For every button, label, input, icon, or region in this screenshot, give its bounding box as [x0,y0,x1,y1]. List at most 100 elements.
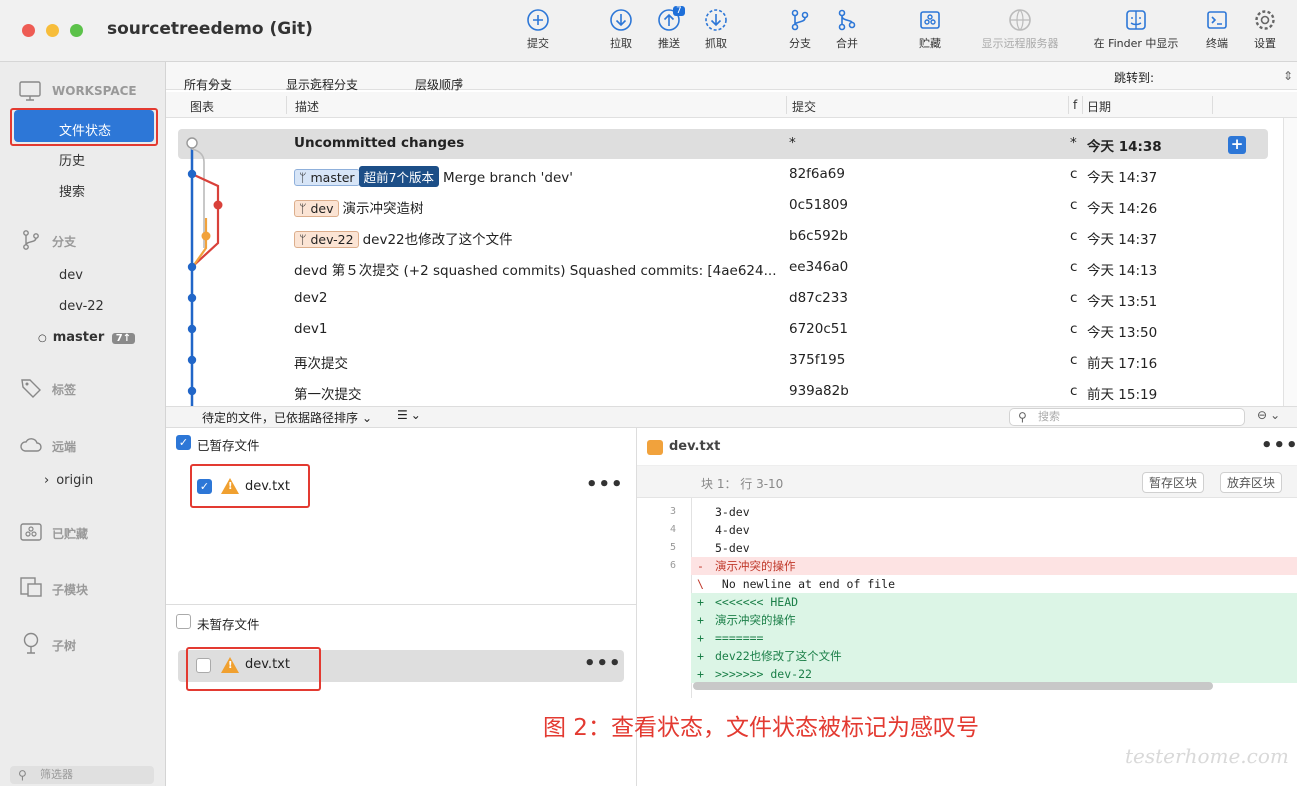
staged-files-pane: ✓ 已暂存文件 ✓ ! dev.txt ••• [166,428,637,604]
file-sort-dropdown[interactable]: 待定的文件，已依据路径排序 ⌄ [202,409,372,426]
window-title: sourcetreedemo (Git) [107,19,313,39]
branch-tag-dev[interactable]: ᛘ dev [294,200,339,217]
options-dropdown[interactable]: ⊖ ⌄ [1257,408,1280,422]
diff-line-context: 5-dev [715,541,750,555]
commit-row[interactable]: 第一次提交 939a82b c 前天 15:19 [178,376,1268,406]
commit-row[interactable]: dev1 6720c51 c 今天 13:50 [178,314,1268,345]
sidebar-remote-origin[interactable]: › origin [44,473,93,488]
show-in-finder-button[interactable]: 在 Finder 中显示 [1084,8,1188,51]
sidebar-branch-dev-22[interactable]: dev-22 [59,299,104,314]
diff-line-added: + >>>>>>> dev-22 [691,665,1297,683]
commit-filter-bar: 所有分支 ⇕ 显示远程分支 ⇕ 层级顺序 ⇕ 跳转到: ⇕ [166,62,1297,92]
line-number: 5 [669,542,676,553]
close-window-button[interactable] [22,24,35,37]
file-list-toolbar: 待定的文件，已依据路径排序 ⌄ ☰ ⌄ ⚲ 搜索 ⊖ ⌄ [166,406,1297,428]
file-icon [647,440,663,455]
branch-tag-master[interactable]: ᛘ master [294,169,360,186]
branches-heading: 分支 [52,235,77,249]
commit-row[interactable]: ᛘ dev-22 dev22也修改了这个文件 b6c592b c 今天 14:37 [178,221,1268,252]
updown-chevron-icon: ⇕ [455,76,466,90]
list-icon: ☰ [397,408,408,422]
submodules-heading: 子模块 [52,583,89,597]
commit-column-header: 图表 描述 提交 f 日期 [166,92,1297,118]
search-icon: ⚲ [18,768,27,782]
column-graph[interactable]: 图表 [190,98,214,115]
diff-line-added: + <<<<<<< HEAD [691,593,1297,611]
unstaged-file-more-button[interactable]: ••• [584,653,622,674]
diff-line-context: 4-dev [715,523,750,537]
title-bar: sourcetreedemo (Git) 提交 拉取 7 推送 抓取 分支 合并… [0,0,1297,62]
chevron-down-icon: ⌄ [362,411,373,425]
sidebar-branch-master[interactable]: ○ master 7↑ [38,330,136,345]
diff-line-added: + ======= [691,629,1297,647]
unstaged-files-pane: 未暂存文件 ! dev.txt ••• [166,604,637,786]
commit-list-scrollbar[interactable] [1283,118,1297,406]
updown-chevron-icon: ⇕ [208,76,219,90]
diff-header: dev.txt ••• [637,428,1297,466]
sidebar-item-history[interactable]: 历史 [59,150,85,169]
workspace-heading: WORKSPACE [52,84,137,98]
minimize-window-button[interactable] [46,24,59,37]
updown-chevron-icon: ⇕ [310,76,321,90]
staged-header: 已暂存文件 [197,438,260,453]
show-remote-server-button[interactable]: 显示远程服务器 [974,8,1066,51]
zoom-window-button[interactable] [70,24,83,37]
unstaged-header: 未暂存文件 [197,617,260,632]
add-button[interactable]: + [1228,136,1246,154]
column-commit[interactable]: 提交 [792,98,816,115]
commit-row[interactable]: ᛘ dev 演示冲突造树 0c51809 c 今天 14:26 [178,190,1268,221]
submodule-icon [20,577,42,597]
diff-line-added: + 演示冲突的操作 [691,611,1297,629]
search-input[interactable]: ⚲ 搜索 [1009,408,1245,426]
subtrees-heading: 子树 [52,639,77,653]
highlight-box [190,464,310,508]
staged-file-more-button[interactable]: ••• [586,474,624,495]
discard-hunk-button[interactable]: 放弃区块 [1220,472,1283,493]
diff-more-button[interactable]: ••• [1261,435,1297,456]
updown-chevron-icon[interactable]: ⇕ [1283,69,1293,83]
sidebar-item-search[interactable]: 搜索 [59,181,85,200]
commit-row[interactable]: ᛘ master 超前7个版本 Merge branch 'dev' 82f6a69… [178,159,1268,190]
diff-line-context: \ No newline at end of file [697,577,896,591]
commit-row[interactable]: dev2 d87c233 c 今天 13:51 [178,283,1268,314]
column-date[interactable]: 日期 [1087,98,1111,115]
tree-icon [23,632,39,654]
sidebar-branch-dev[interactable]: dev [59,268,83,283]
commit-list: Uncommitted changes * * 今天 14:38 + ᛘ mas… [166,118,1281,406]
stash-button[interactable]: 贮藏 [898,8,962,51]
merge-button[interactable]: 合并 [815,8,879,51]
fetch-button[interactable]: 抓取 [684,8,748,51]
settings-button[interactable]: 设置 [1233,8,1297,51]
finder-icon [1126,10,1146,30]
stage-hunk-button[interactable]: 暂存区块 [1142,472,1205,493]
tags-heading: 标签 [52,383,77,397]
branch-tag-dev-22[interactable]: ᛘ dev-22 [294,231,359,248]
list-view-toggle[interactable]: ☰ ⌄ [397,408,421,422]
stage-all-checkbox[interactable]: ✓ [176,435,191,450]
commit-row[interactable]: devd 第５次提交 (+2 squashed commits) Squashe… [178,252,1268,283]
ellipsis-circle-icon: ⊖ [1257,408,1268,422]
column-description[interactable]: 描述 [295,98,319,115]
commit-row[interactable]: 再次提交 375f195 c 前天 17:16 [178,345,1268,376]
dashed-circle-arrow-icon [705,9,727,31]
column-divider [286,96,287,114]
highlight-box [186,647,321,691]
watermark: testerhome.com [1125,744,1289,768]
stashes-heading: 已贮藏 [52,527,89,541]
unstage-all-checkbox[interactable] [176,614,191,629]
hunk-bar: 块 1： 行 3-10 暂存区块 放弃区块 [637,466,1297,498]
diff-line-context: 3-dev [715,505,750,519]
commit-row-uncommitted[interactable]: Uncommitted changes * * 今天 14:38 + [178,128,1268,159]
column-divider [1212,96,1213,114]
current-branch-circle-icon: ○ [38,333,47,344]
branch-icon: ᛘ [299,232,311,247]
column-author[interactable]: f [1073,98,1077,112]
chevron-right-icon: › [44,473,50,488]
terminal-icon [1207,11,1227,29]
jump-to-label: 跳转到: [1114,71,1155,85]
sidebar-filter-input[interactable]: ⚲ 筛选器 [10,766,154,784]
branch-icon [791,9,809,31]
commit-button[interactable]: 提交 [506,8,570,51]
diff-horizontal-scrollbar[interactable] [693,682,1213,690]
chevron-down-icon: ⌄ [1270,408,1281,422]
